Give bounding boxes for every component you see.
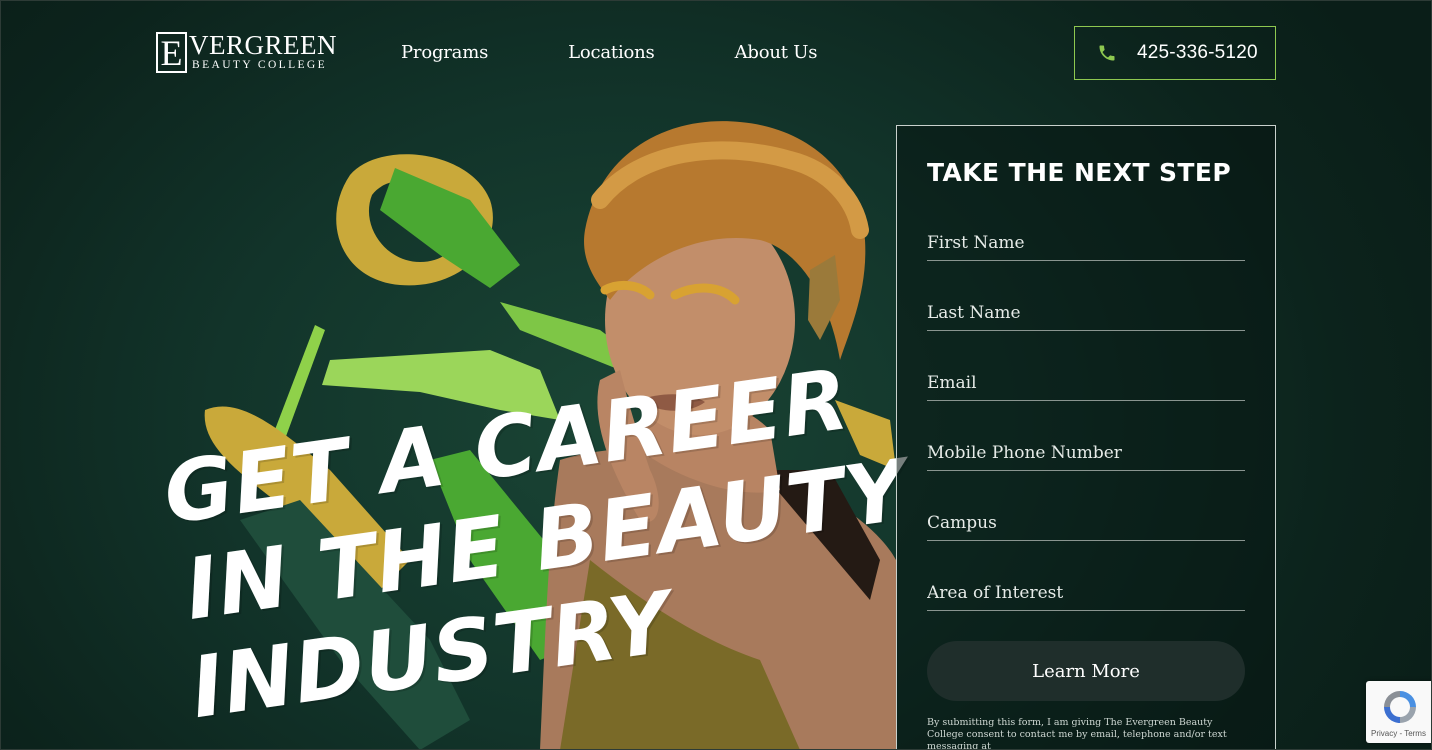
lead-form: TAKE THE NEXT STEP Learn More By submitt…: [896, 125, 1276, 750]
logo-main-text: VERGREEN: [189, 30, 337, 60]
logo-mark: E: [156, 32, 187, 73]
campus-field-wrapper: [927, 508, 1245, 541]
recaptcha-icon: [1384, 691, 1416, 723]
email-field-wrapper: [927, 368, 1245, 401]
nav-locations[interactable]: Locations: [568, 42, 655, 63]
learn-more-button[interactable]: Learn More: [927, 641, 1245, 701]
email-input[interactable]: [927, 368, 1245, 398]
consent-disclaimer: By submitting this form, I am giving The…: [927, 717, 1227, 750]
form-title: TAKE THE NEXT STEP: [927, 158, 1232, 187]
logo-wordmark: VERGREEN BEAUTY COLLEGE: [189, 30, 337, 72]
phone-number: 425-336-5120: [1137, 42, 1258, 63]
first-name-field-wrapper: [927, 228, 1245, 261]
interest-field-wrapper: [927, 578, 1245, 611]
last-name-field-wrapper: [927, 298, 1245, 331]
campus-select[interactable]: [927, 508, 1245, 538]
logo-sub-text: BEAUTY COLLEGE: [192, 59, 328, 71]
mobile-phone-input[interactable]: [927, 438, 1245, 468]
brand-logo[interactable]: E VERGREEN BEAUTY COLLEGE: [156, 32, 337, 73]
phone-button[interactable]: 425-336-5120: [1074, 26, 1276, 80]
main-nav: Programs Locations About Us: [401, 42, 818, 63]
phone-field-wrapper: [927, 438, 1245, 471]
area-of-interest-select[interactable]: [927, 578, 1245, 608]
nav-about-us[interactable]: About Us: [735, 42, 818, 63]
recaptcha-badge[interactable]: Privacy - Terms: [1366, 681, 1432, 743]
recaptcha-terms[interactable]: Privacy - Terms: [1371, 729, 1426, 738]
first-name-input[interactable]: [927, 228, 1245, 258]
phone-icon: [1099, 45, 1115, 61]
last-name-input[interactable]: [927, 298, 1245, 328]
nav-programs[interactable]: Programs: [401, 42, 488, 63]
